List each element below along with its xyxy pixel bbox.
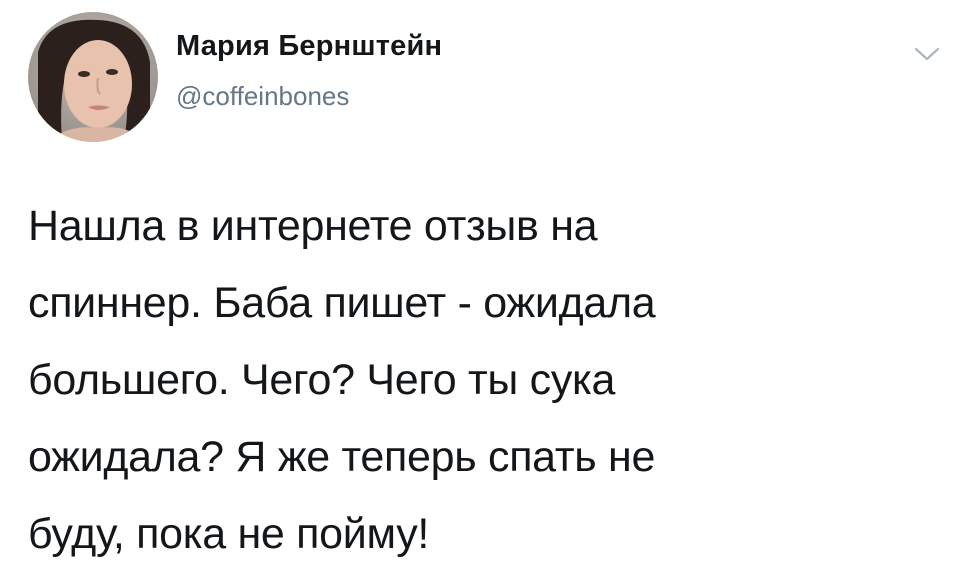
chevron-down-icon[interactable]: [910, 40, 944, 66]
avatar-photo-icon: [28, 12, 158, 142]
author-name[interactable]: Мария Бернштейн: [176, 30, 442, 63]
tweet-card: Мария Бернштейн @coffeinbones Нашла в ин…: [0, 0, 960, 587]
tweet-text: Нашла в интернете отзыв на спиннер. Баба…: [28, 202, 656, 558]
author-avatar[interactable]: [28, 12, 158, 142]
author-handle[interactable]: @coffeinbones: [176, 81, 349, 112]
